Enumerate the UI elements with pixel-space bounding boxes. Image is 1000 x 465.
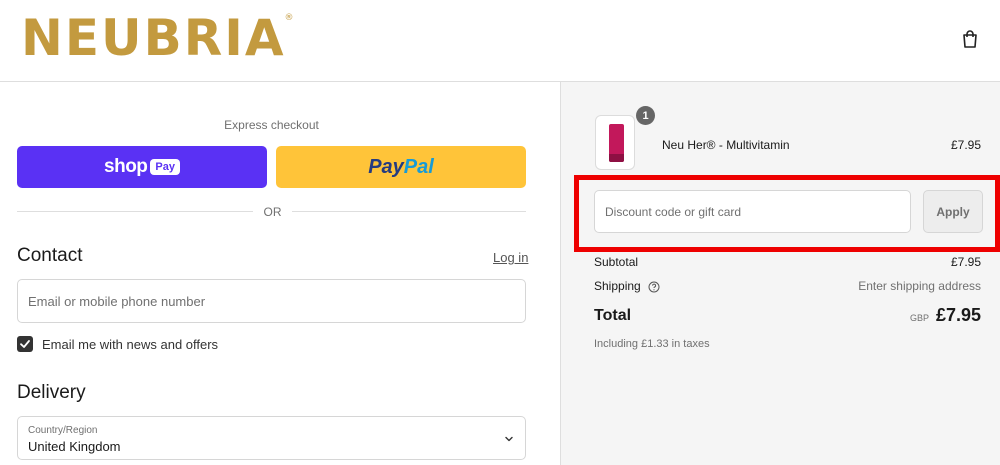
paypal-wordmark-pay: Pay [368, 155, 404, 178]
express-checkout-title: Express checkout [224, 118, 319, 132]
or-separator: OR [263, 205, 282, 219]
checkout-form: Express checkout shop Pay Pay Pal OR Cont… [0, 82, 560, 465]
logo-text: NEUBRIA [21, 9, 286, 67]
country-region-caption: Country/Region [28, 425, 98, 436]
shopping-bag-icon[interactable] [960, 29, 980, 49]
taxes-note: Including £1.33 in taxes [594, 338, 710, 350]
country-region-value: United Kingdom [28, 439, 121, 454]
divider-right [292, 211, 526, 212]
delivery-heading: Delivery [17, 382, 86, 403]
registered-mark: ® [284, 13, 294, 23]
paypal-wordmark-pal: Pal [403, 155, 434, 178]
news-offers-label: Email me with news and offers [42, 337, 219, 352]
total-currency: GBP [910, 313, 930, 323]
country-region-select[interactable]: Country/Region United Kingdom [17, 416, 526, 460]
apply-button[interactable]: Apply [923, 190, 983, 233]
checkmark-icon [20, 340, 30, 348]
product-price: £7.95 [950, 138, 981, 152]
discount-code-field[interactable] [594, 190, 911, 233]
subtotal-value: £7.95 [950, 255, 981, 269]
shipping-value: Enter shipping address [858, 279, 981, 293]
divider-left [17, 211, 253, 212]
logo[interactable]: NEUBRIA ® [21, 8, 294, 68]
help-circle-icon[interactable] [648, 281, 660, 293]
total-amount: £7.95 [935, 305, 981, 325]
product-box-stripe [609, 154, 624, 162]
shipping-row-label: Shipping [594, 279, 660, 293]
login-link[interactable]: Log in [493, 250, 528, 265]
shipping-label: Shipping [594, 279, 641, 293]
chevron-down-icon [505, 436, 513, 442]
paypal-button[interactable]: Pay Pal [276, 146, 526, 188]
email-field[interactable] [17, 279, 526, 323]
product-thumbnail [595, 115, 635, 170]
quantity-badge: 1 [636, 106, 655, 125]
subtotal-label: Subtotal [594, 255, 639, 269]
contact-heading: Contact [17, 245, 83, 266]
header: NEUBRIA ® [0, 0, 1000, 82]
shop-pay-badge: Pay [150, 159, 180, 175]
product-name: Neu Her® - Multivitamin [662, 138, 790, 152]
order-summary: 1 Neu Her® - Multivitamin £7.95 Apply Su… [560, 82, 1000, 465]
shop-pay-button[interactable]: shop Pay [17, 146, 267, 188]
news-offers-checkbox[interactable] [17, 336, 33, 352]
shop-pay-wordmark: shop [104, 156, 148, 177]
total-label: Total [594, 307, 632, 324]
